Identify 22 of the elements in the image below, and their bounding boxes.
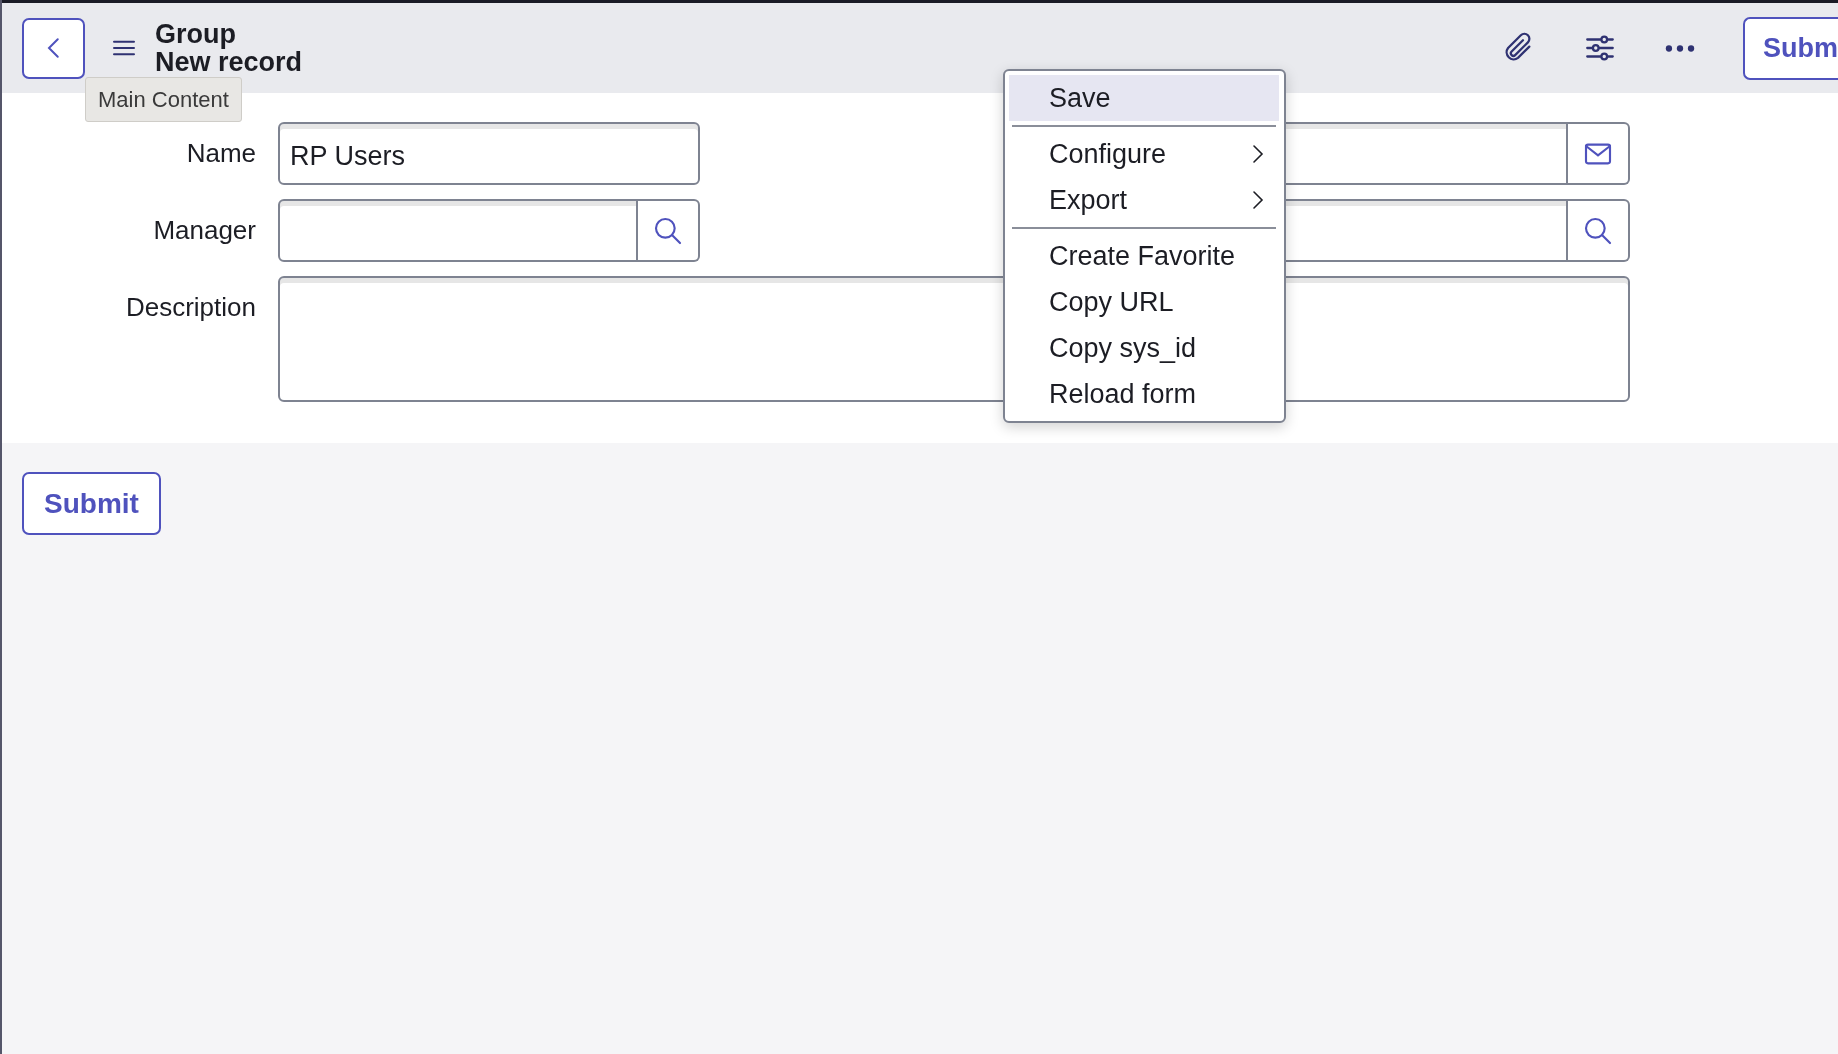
tooltip: Main Content (85, 77, 242, 122)
email-button[interactable] (1568, 122, 1630, 185)
lookup-field[interactable] (278, 199, 638, 262)
input-field[interactable]: RP Users (278, 122, 700, 185)
menu-item[interactable]: Copy URL (1009, 279, 1279, 325)
menu-item[interactable]: Copy sys_id (1009, 325, 1279, 371)
record-table-title: Group (155, 20, 237, 48)
menu-item[interactable]: Configure (1009, 131, 1279, 177)
field-label: Name (185, 137, 257, 170)
submit-button[interactable]: Submit (22, 472, 161, 535)
field-label: Description (124, 291, 257, 324)
menu-item[interactable]: Reload form (1009, 371, 1279, 417)
more-icon (1665, 44, 1695, 54)
field-label: Manager (152, 214, 257, 247)
search-button[interactable] (1568, 199, 1630, 262)
record-title: New record (155, 48, 303, 76)
menu-item[interactable]: Export (1009, 177, 1279, 223)
menu-item[interactable]: Create Favorite (1009, 233, 1279, 279)
menu-item[interactable]: Save (1009, 75, 1279, 121)
submit-button[interactable]: Subm (1743, 16, 1838, 80)
search-button[interactable] (638, 199, 700, 262)
back-button[interactable] (22, 17, 85, 79)
